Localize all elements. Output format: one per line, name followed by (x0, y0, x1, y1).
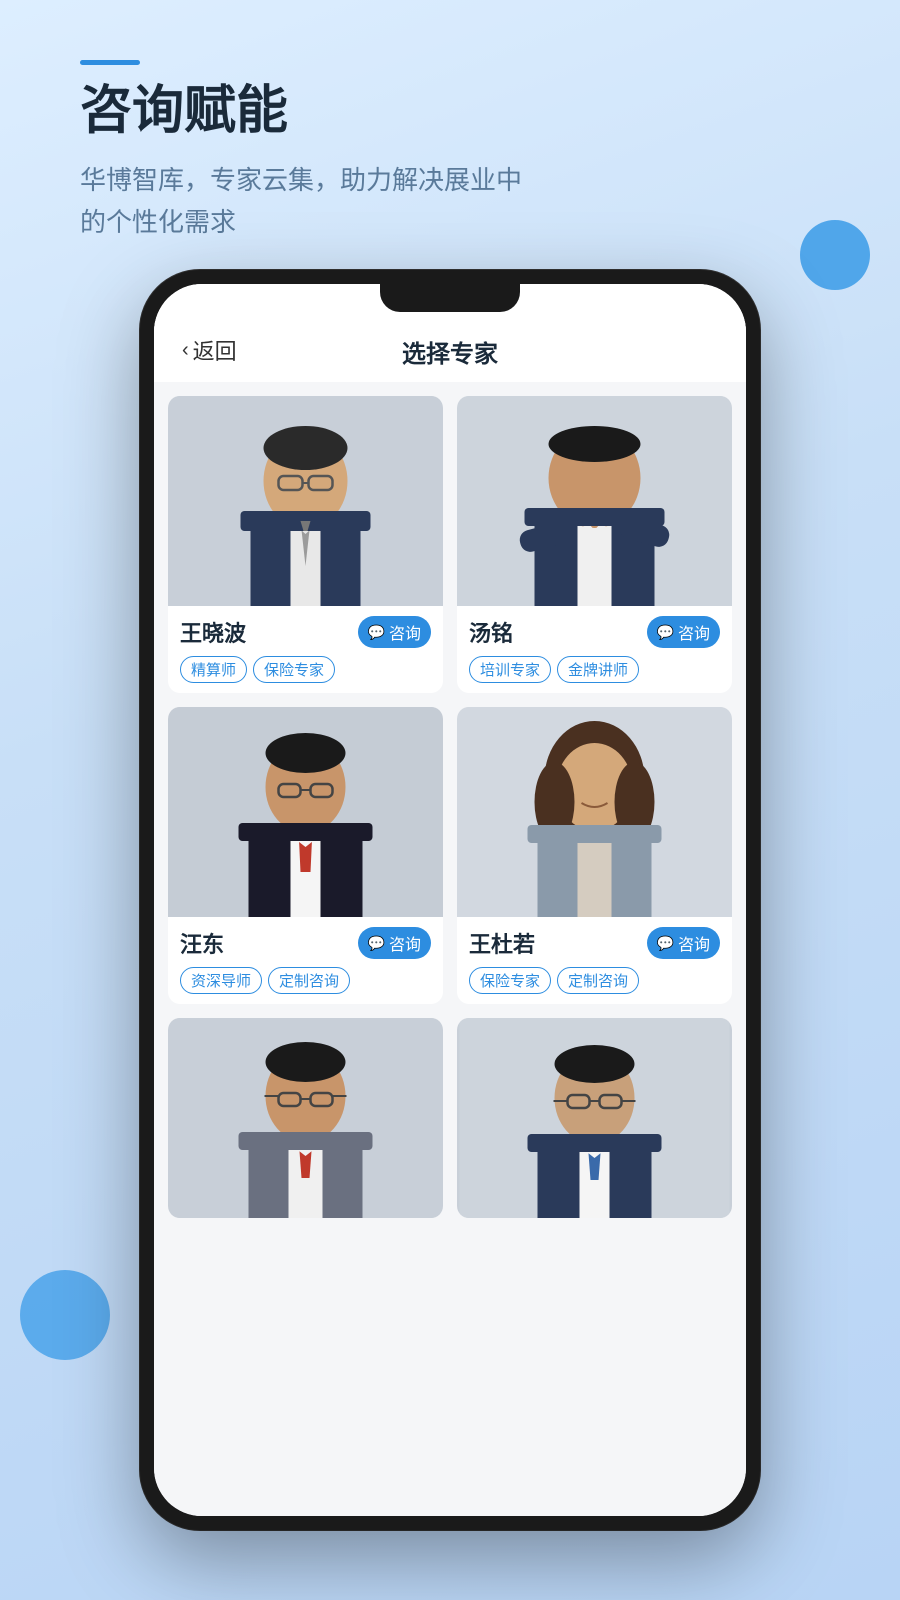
screen-title: 选择专家 (402, 334, 498, 369)
expert-info-2: 汤铭 💬 咨询 培训专家 金牌讲师 (457, 606, 732, 693)
expert-card-wang-duruo[interactable]: 王杜若 💬 咨询 保险专家 定制咨询 (457, 707, 732, 1004)
tag-insurance-expert-4: 保险专家 (469, 967, 551, 994)
tag-actuary: 精算师 (180, 656, 247, 683)
tag-custom-consult-3: 定制咨询 (268, 967, 350, 994)
screen-content: ‹ 返回 选择专家 (154, 284, 746, 1516)
partial-photo-5 (168, 1018, 443, 1218)
partial-expert-grid (154, 1004, 746, 1218)
tag-insurance-expert: 保险专家 (253, 656, 335, 683)
back-label: 返回 (193, 334, 237, 366)
deco-circle-bottom (20, 1270, 110, 1360)
tag-gold-lecturer: 金牌讲师 (557, 656, 639, 683)
consult-button-1[interactable]: 💬 咨询 (358, 616, 431, 648)
consult-label-4: 咨询 (678, 931, 710, 955)
expert-info-3: 汪东 💬 咨询 资深导师 定制咨询 (168, 917, 443, 1004)
consult-label-2: 咨询 (678, 620, 710, 644)
expert-photo-4 (457, 707, 732, 917)
expert-tags-4: 保险专家 定制咨询 (469, 967, 720, 994)
expert-name-4: 王杜若 (469, 927, 535, 959)
expert-info-4: 王杜若 💬 咨询 保险专家 定制咨询 (457, 917, 732, 1004)
back-button[interactable]: ‹ 返回 (182, 334, 237, 366)
expert-photo-3 (168, 707, 443, 917)
partial-card-5[interactable] (168, 1018, 443, 1218)
phone-screen: ‹ 返回 选择专家 (154, 284, 746, 1516)
expert-tags-2: 培训专家 金牌讲师 (469, 656, 720, 683)
phone-mockup: ‹ 返回 选择专家 (140, 270, 760, 1530)
expert-card-wang-dong[interactable]: 汪东 💬 咨询 资深导师 定制咨询 (168, 707, 443, 1004)
chat-icon-2: 💬 (657, 624, 674, 641)
page-title: 咨询赋能 (80, 83, 820, 140)
tag-senior-mentor: 资深导师 (180, 967, 262, 994)
partial-photo-6 (457, 1018, 732, 1218)
tag-training-expert: 培训专家 (469, 656, 551, 683)
page-subtitle: 华博智库，专家云集，助力解决展业中的个性化需求 (80, 160, 820, 243)
expert-name-row-3: 汪东 💬 咨询 (180, 927, 431, 959)
expert-name-2: 汤铭 (469, 616, 513, 648)
expert-tags-3: 资深导师 定制咨询 (180, 967, 431, 994)
expert-card-tang-ming[interactable]: 汤铭 💬 咨询 培训专家 金牌讲师 (457, 396, 732, 693)
expert-name-1: 王晓波 (180, 616, 246, 648)
consult-label-3: 咨询 (389, 931, 421, 955)
consult-button-4[interactable]: 💬 咨询 (647, 927, 720, 959)
expert-photo-2 (457, 396, 732, 606)
page-header: 咨询赋能 华博智库，专家云集，助力解决展业中的个性化需求 (80, 60, 820, 243)
chevron-left-icon: ‹ (182, 339, 189, 362)
expert-photo-1 (168, 396, 443, 606)
consult-button-3[interactable]: 💬 咨询 (358, 927, 431, 959)
accent-line (80, 60, 140, 65)
expert-name-row-1: 王晓波 💬 咨询 (180, 616, 431, 648)
phone-outer: ‹ 返回 选择专家 (140, 270, 760, 1530)
expert-name-3: 汪东 (180, 927, 224, 959)
chat-icon-4: 💬 (657, 935, 674, 952)
chat-icon-3: 💬 (368, 935, 385, 952)
consult-button-2[interactable]: 💬 咨询 (647, 616, 720, 648)
partial-card-6[interactable] (457, 1018, 732, 1218)
phone-notch (380, 284, 520, 312)
expert-name-row-2: 汤铭 💬 咨询 (469, 616, 720, 648)
consult-label-1: 咨询 (389, 620, 421, 644)
expert-info-1: 王晓波 💬 咨询 精算师 保险专家 (168, 606, 443, 693)
expert-name-row-4: 王杜若 💬 咨询 (469, 927, 720, 959)
expert-tags-1: 精算师 保险专家 (180, 656, 431, 683)
chat-icon-1: 💬 (368, 624, 385, 641)
expert-card-wang-xiaobo[interactable]: 王晓波 💬 咨询 精算师 保险专家 (168, 396, 443, 693)
expert-grid: 王晓波 💬 咨询 精算师 保险专家 (154, 382, 746, 1004)
tag-custom-consult-4: 定制咨询 (557, 967, 639, 994)
